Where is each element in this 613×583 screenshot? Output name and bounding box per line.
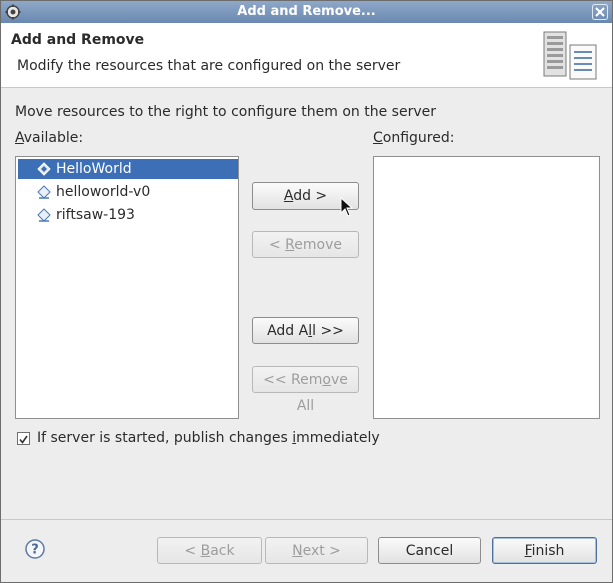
close-icon[interactable] [592,4,608,20]
configured-list[interactable] [373,156,600,419]
remove-button[interactable]: < Remove [252,231,359,258]
remove-all-button[interactable]: << Remove All [252,366,359,414]
finish-button[interactable]: Finish [492,537,597,564]
server-config-icon [543,31,597,80]
cancel-button[interactable]: Cancel [378,537,481,564]
instructions-text: Move resources to the right to configure… [15,104,436,120]
title-bar: Add and Remove... [1,1,612,23]
list-item-helloworld[interactable]: HelloWorld [18,159,238,179]
mouse-pointer-icon [340,197,354,217]
configured-label: Configured: [373,130,455,146]
item-label: HelloWorld [56,161,132,177]
item-label: helloworld-v0 [56,184,151,200]
module-icon [37,208,51,222]
checkmark-icon [19,435,28,444]
header-description: Modify the resources that are configured… [17,58,401,74]
publish-checkbox[interactable] [17,432,30,445]
footer-divider [1,519,612,520]
list-item-helloworld-v0[interactable]: helloworld-v0 [18,182,238,202]
module-icon [37,162,51,176]
header-title: Add and Remove [11,32,145,48]
help-icon[interactable]: ? [25,539,45,559]
list-item-riftsaw-193[interactable]: riftsaw-193 [18,205,238,225]
back-button[interactable]: < Back [157,537,262,564]
next-button[interactable]: Next > [265,537,368,564]
add-remove-dialog: Add and Remove... Add and Remove Modify … [0,0,613,583]
module-icon [37,185,51,199]
dialog-header: Add and Remove Modify the resources that… [1,23,612,88]
available-label: Available: [15,130,84,146]
publish-checkbox-label[interactable]: If server is started, publish changes im… [37,430,380,446]
svg-text:?: ? [31,543,39,558]
window-title: Add and Remove... [237,4,376,19]
item-label: riftsaw-193 [56,207,135,223]
available-list[interactable]: HelloWorld helloworld-v0 riftsaw-193 [15,156,239,419]
add-all-button[interactable]: Add All >> [252,317,359,344]
